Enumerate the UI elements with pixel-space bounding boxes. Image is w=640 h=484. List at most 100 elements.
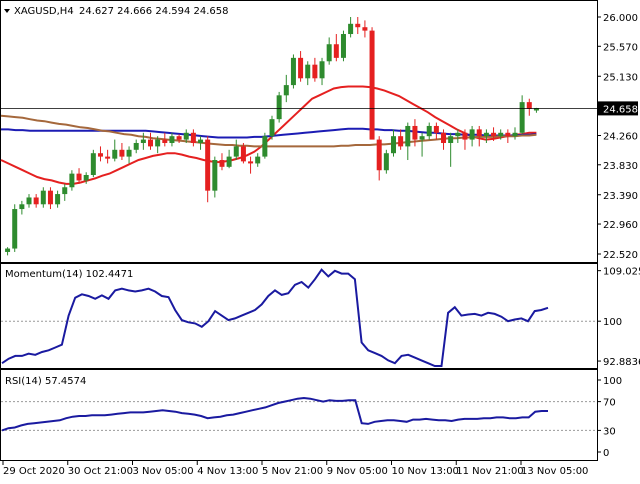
candle-body [333,44,339,58]
candle-body [355,23,361,28]
candle-body [269,119,275,137]
candle-body [5,248,11,252]
rsi-tick-label-2: 30 [603,426,616,437]
candle-body [148,139,154,147]
price-tick-label-1: 25.570 [603,42,638,53]
candle-body [255,156,261,164]
momentum-tick-label-1: 100 [603,317,622,328]
candle-body [226,156,232,167]
candle-body [448,136,454,143]
candle-body [455,132,461,137]
candle-body [198,139,204,143]
candle-body [119,149,125,157]
time-tick-label-5: 9 Nov 05:00 [327,466,388,477]
candle-body [90,153,96,175]
time-tick-label-1: 30 Oct 21:00 [68,466,133,477]
candle-body [219,160,225,167]
candle-body [298,57,304,79]
candle-body [405,125,411,147]
price-tick-label-4: 23.830 [603,161,638,172]
candle-body [498,132,504,137]
candle-body [526,102,532,109]
candle-body [426,125,432,137]
candle-body [276,95,282,120]
time-tick-label-7: 11 Nov 21:00 [456,466,523,477]
candle-body [97,153,103,157]
candle-body [505,132,511,137]
current-price-label: 24.658 [603,104,638,115]
x-axis: 29 Oct 2020 30 Oct 21:00 3 Nov 05:00 4 Nov … [2,461,588,477]
time-tick-label-3: 4 Nov 13:00 [197,466,258,477]
candle-body [12,209,18,249]
main-panel: 26.000 25.570 25.130 24.260 23.830 23.390 22.9… [0,13,638,261]
dropdown-triangle-icon[interactable] [4,9,10,13]
candle-body [290,57,296,86]
candle-body [462,132,468,140]
momentum-label: Momentum(14) 102.4471 [5,269,133,280]
candle-body [55,194,61,205]
candle-body [398,136,404,147]
candle-body [362,27,368,31]
momentum-tick-label-0: 109.0251 [603,267,640,278]
candle-body [376,139,382,171]
rsi-tick-label-1: 70 [603,398,616,409]
candle-body [262,136,268,157]
candle-body [512,132,518,137]
candle-body [305,64,311,79]
candle-body [40,190,46,205]
rsi-panel: 100 70 30 0 [1,376,622,459]
candle-body [340,34,346,58]
candle-body [519,102,525,133]
candle-body [112,149,118,159]
candle-body [441,132,447,143]
rsi-line-0 [1,396,548,432]
momentum-tick-label-2: 92.8836 [603,357,640,368]
candle-body [433,125,439,133]
rsi-label: RSI(14) 57.4574 [5,376,86,387]
candle-body [469,129,475,140]
price-tick-label-3: 24.260 [603,132,638,143]
symbol-label: XAGUSD,H4 [14,6,74,17]
price-tick-label-5: 23.390 [603,191,638,202]
time-tick-label-2: 3 Nov 05:00 [133,466,194,477]
candle-body [140,139,146,143]
rsi-tick-label-0: 100 [603,376,622,387]
chart-root: 26.000 25.570 25.130 24.260 23.830 23.390 22.9… [0,0,640,480]
time-tick-label-0: 29 Oct 2020 [3,466,65,477]
candle-body [62,187,68,195]
candle-body [183,132,189,140]
time-tick-label-4: 5 Nov 21:00 [262,466,323,477]
time-tick-label-8: 13 Nov 05:00 [521,466,588,477]
candle-body [105,156,111,159]
price-tick-label-0: 26.000 [603,13,638,24]
candle-body [348,23,354,35]
candle-body [47,190,53,205]
chart-svg: 26.000 25.570 25.130 24.260 23.830 23.390 22.9… [0,0,640,477]
candle-body [491,132,497,137]
candle-body [233,146,239,157]
candle-body [169,136,175,143]
candle-body [69,173,75,188]
candle-body [33,197,39,205]
candle-body [390,136,396,154]
candle-body [155,139,161,147]
candle-body [476,129,482,137]
candle-body [26,197,32,205]
candle-body [19,204,25,210]
candle-body [83,175,89,181]
candle-body [126,149,132,157]
rsi-tick-label-3: 0 [603,448,609,459]
candle-body [240,146,246,162]
candle-body [326,44,332,62]
candle-body [412,125,418,140]
candle-body [162,139,168,143]
candle-body [483,132,489,137]
candle-body [383,153,389,171]
time-tick-label-6: 10 Nov 13:00 [392,466,459,477]
ohlc-label: 24.627 24.666 24.594 24.658 [79,6,229,17]
price-tick-label-7: 22.520 [603,250,638,261]
candle-body [205,139,211,191]
price-tick-label-6: 22.960 [603,220,638,231]
momentum-panel: 109.0251 100 92.8836 [1,267,640,368]
candle-body [176,136,182,140]
